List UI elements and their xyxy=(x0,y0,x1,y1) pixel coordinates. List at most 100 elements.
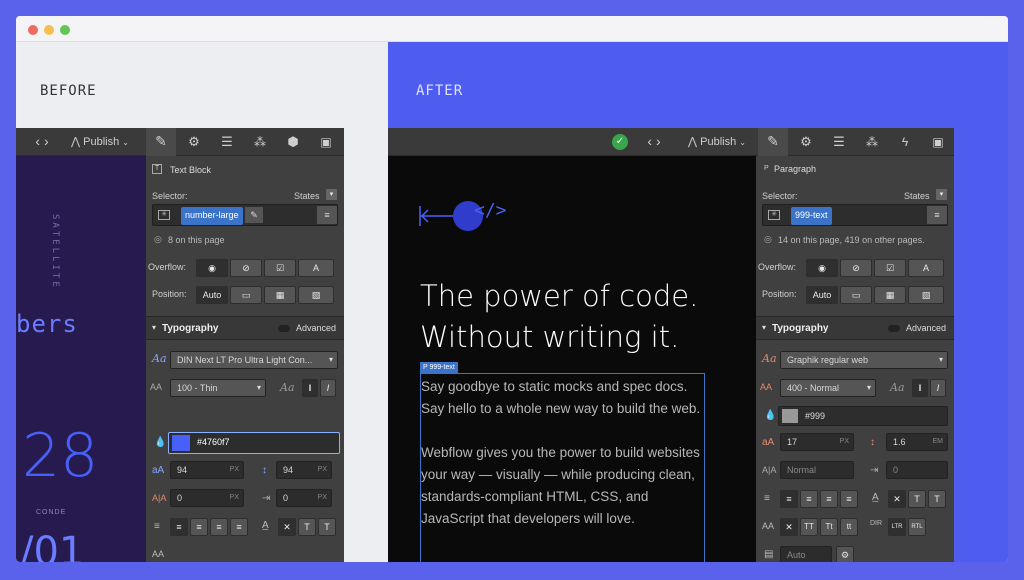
selector-pill[interactable]: number-large xyxy=(181,207,243,225)
position-relative-button[interactable]: ▭ xyxy=(840,286,872,304)
letter-spacing-unit[interactable]: PX xyxy=(230,490,239,506)
maximize-dot-icon[interactable] xyxy=(60,25,70,35)
typography-header[interactable]: ▾ Typography Advanced xyxy=(146,316,344,340)
italic-button[interactable]: I xyxy=(930,379,946,397)
align-right-button[interactable]: ≡ xyxy=(210,518,228,536)
selector-field[interactable]: ✳ 999-text ≡ xyxy=(762,204,948,226)
position-absolute-button[interactable]: ▦ xyxy=(264,286,296,304)
underline-button[interactable]: T xyxy=(928,490,946,508)
code-button[interactable]: ‹ › xyxy=(32,128,52,156)
overflow-auto-button[interactable]: A xyxy=(298,259,334,277)
decoration-none-button[interactable]: ✕ xyxy=(888,490,906,508)
overflow-hidden-button[interactable]: ⊘ xyxy=(230,259,262,277)
states-dropdown-icon[interactable]: ▾ xyxy=(936,189,947,200)
overflow-hidden-button[interactable]: ⊘ xyxy=(840,259,872,277)
font-weight-select[interactable]: 100 - Thin ▾ xyxy=(170,379,266,397)
strikethrough-button[interactable]: T xyxy=(908,490,926,508)
publish-button[interactable]: ⋀ Publish ⌄ xyxy=(678,128,756,156)
color-swatch[interactable] xyxy=(172,435,190,451)
color-swatch[interactable] xyxy=(782,409,798,423)
navigator-tab[interactable]: ☰ xyxy=(824,128,854,156)
rtl-button[interactable]: RTL xyxy=(908,518,926,536)
align-right-button[interactable]: ≡ xyxy=(820,490,838,508)
selector-field[interactable]: ✳ number-large ✎ ≡ xyxy=(152,204,338,226)
position-fixed-button[interactable]: ▧ xyxy=(908,286,944,304)
assets-tab[interactable]: ⬢ xyxy=(278,128,308,156)
typography-header[interactable]: ▾ Typography Advanced xyxy=(756,316,954,340)
minimize-dot-icon[interactable] xyxy=(44,25,54,35)
settings-tab[interactable]: ⚙ xyxy=(179,128,209,156)
align-center-button[interactable]: ≡ xyxy=(800,490,818,508)
italic-normal-button[interactable]: I xyxy=(912,379,928,397)
code-button[interactable]: ‹ › xyxy=(644,128,664,156)
color-field[interactable]: #4760f7 xyxy=(168,432,340,454)
position-auto-button[interactable]: Auto xyxy=(196,286,228,304)
advanced-toggle-icon[interactable] xyxy=(888,325,900,332)
line-height-input[interactable]: 94 PX xyxy=(276,461,332,479)
font-size-input[interactable]: 17 PX xyxy=(780,433,854,451)
selector-pill[interactable]: 999-text xyxy=(791,207,832,225)
interactions-tab[interactable]: ⁂ xyxy=(245,128,275,156)
ltr-button[interactable]: LTR xyxy=(888,518,906,536)
text-indent-unit[interactable]: PX xyxy=(318,490,327,506)
settings-tab[interactable]: ⚙ xyxy=(791,128,821,156)
images-tab[interactable]: ▣ xyxy=(311,128,341,156)
italic-button[interactable]: I xyxy=(320,379,336,397)
edit-icon[interactable]: ✎ xyxy=(245,207,263,223)
align-left-button[interactable]: ≡ xyxy=(780,490,798,508)
italic-normal-button[interactable]: I xyxy=(302,379,318,397)
font-family-select[interactable]: DIN Next LT Pro Ultra Light Con... ▾ xyxy=(170,351,338,369)
states-dropdown-icon[interactable]: ▾ xyxy=(326,189,337,200)
letter-spacing-input[interactable]: 0 PX xyxy=(170,489,244,507)
lowercase-button[interactable]: tt xyxy=(840,518,858,536)
position-relative-button[interactable]: ▭ xyxy=(230,286,262,304)
color-value[interactable]: #999 xyxy=(805,411,825,421)
align-left-button[interactable]: ≡ xyxy=(170,518,188,536)
columns-settings-button[interactable]: ⚙ xyxy=(836,546,854,562)
advanced-label[interactable]: Advanced xyxy=(906,323,946,333)
align-justify-button[interactable]: ≡ xyxy=(230,518,248,536)
font-size-unit[interactable]: PX xyxy=(230,462,239,478)
position-absolute-button[interactable]: ▦ xyxy=(874,286,906,304)
selected-paragraph[interactable]: Say goodbye to static mocks and spec doc… xyxy=(420,373,705,562)
overflow-visible-button[interactable]: ◉ xyxy=(806,259,838,277)
overflow-visible-button[interactable]: ◉ xyxy=(196,259,228,277)
capitalize-button[interactable]: Tt xyxy=(820,518,838,536)
decoration-none-button[interactable]: ✕ xyxy=(278,518,296,536)
style-tab[interactable]: ✎ xyxy=(146,128,176,156)
text-indent-input[interactable]: 0 PX xyxy=(276,489,332,507)
list-icon[interactable]: ≡ xyxy=(317,206,337,224)
position-auto-button[interactable]: Auto xyxy=(806,286,838,304)
lightning-tab[interactable]: ϟ xyxy=(890,128,920,156)
align-justify-button[interactable]: ≡ xyxy=(840,490,858,508)
line-height-input[interactable]: 1.6 EM xyxy=(886,433,948,451)
interactions-tab[interactable]: ⁂ xyxy=(857,128,887,156)
overflow-scroll-button[interactable]: ☑ xyxy=(264,259,296,277)
overflow-auto-button[interactable]: A xyxy=(908,259,944,277)
font-family-select[interactable]: Graphik regular web ▾ xyxy=(780,351,948,369)
style-tab[interactable]: ✎ xyxy=(758,128,788,156)
text-indent-input[interactable]: 0 xyxy=(886,461,948,479)
advanced-label[interactable]: Advanced xyxy=(296,323,336,333)
color-value[interactable]: #4760f7 xyxy=(197,437,230,447)
color-field[interactable]: #999 xyxy=(778,406,948,426)
columns-input[interactable]: Auto xyxy=(780,546,832,562)
line-height-unit[interactable]: EM xyxy=(933,434,944,450)
states-label[interactable]: States xyxy=(904,191,930,201)
font-weight-select[interactable]: 400 - Normal ▾ xyxy=(780,379,876,397)
transform-none-button[interactable]: ✕ xyxy=(780,518,798,536)
align-center-button[interactable]: ≡ xyxy=(190,518,208,536)
uppercase-button[interactable]: TT xyxy=(800,518,818,536)
images-tab[interactable]: ▣ xyxy=(923,128,953,156)
letter-spacing-input[interactable]: Normal xyxy=(780,461,854,479)
underline-button[interactable]: T xyxy=(318,518,336,536)
states-label[interactable]: States xyxy=(294,191,320,201)
strikethrough-button[interactable]: T xyxy=(298,518,316,536)
position-fixed-button[interactable]: ▧ xyxy=(298,286,334,304)
overflow-scroll-button[interactable]: ☑ xyxy=(874,259,906,277)
font-size-input[interactable]: 94 PX xyxy=(170,461,244,479)
publish-button[interactable]: ⋀ Publish ⌄ xyxy=(60,128,140,156)
navigator-tab[interactable]: ☰ xyxy=(212,128,242,156)
advanced-toggle-icon[interactable] xyxy=(278,325,290,332)
selection-tag[interactable]: P 999-text xyxy=(420,362,458,373)
